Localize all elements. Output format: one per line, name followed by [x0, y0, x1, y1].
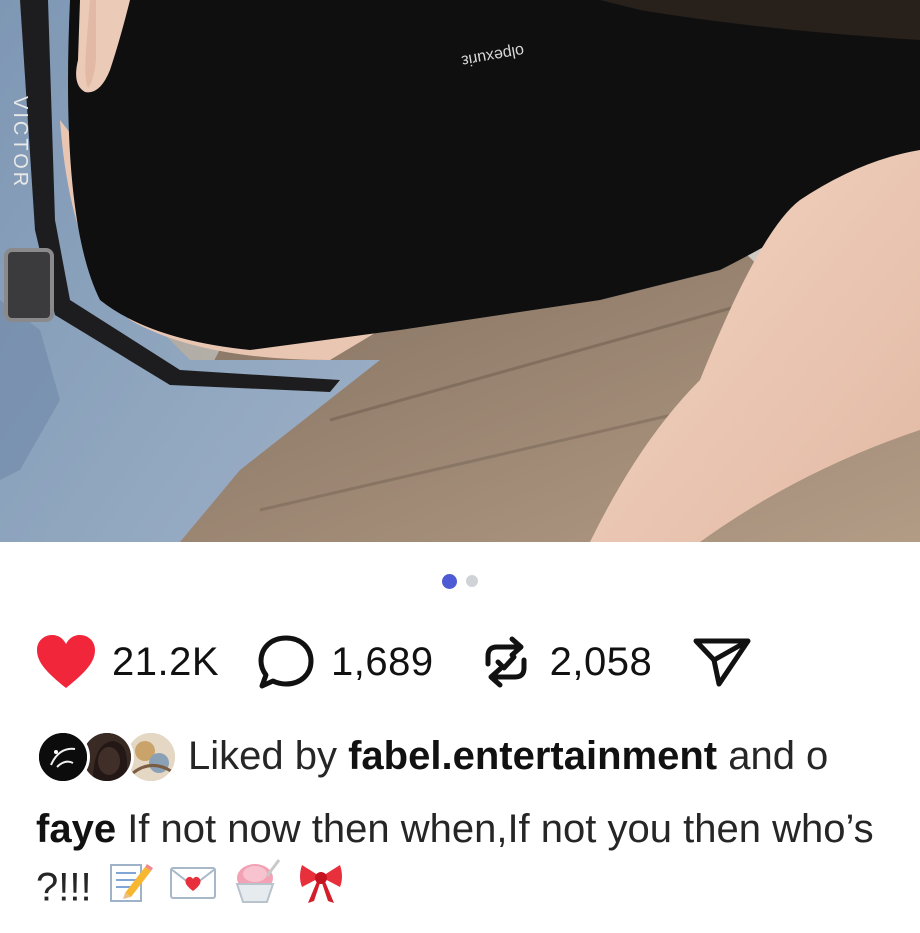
avatar[interactable]: [36, 730, 90, 784]
photo-illustration: VICTOR olpexuriε: [0, 0, 920, 542]
person-avatar-icon: [83, 733, 131, 781]
comment-bubble-icon: [258, 635, 314, 689]
likes-count: 21.2K: [112, 639, 220, 684]
repost-button[interactable]: 2,058: [478, 634, 653, 690]
ribbon-emoji: [296, 859, 346, 921]
liked-by-suffix: and o: [728, 733, 829, 778]
artwork-avatar-icon: [127, 733, 175, 781]
like-button[interactable]: 21.2K: [36, 634, 219, 690]
love-letter-icon: [169, 867, 216, 899]
post-caption: faye If not now then when,If not you the…: [36, 800, 906, 922]
love-letter-emoji: [168, 859, 218, 921]
logo-avatar-icon: [39, 733, 87, 781]
shaved-ice-icon: [235, 859, 281, 903]
carousel-dot-active[interactable]: [442, 574, 457, 589]
share-button[interactable]: [692, 636, 752, 688]
post-photo[interactable]: VICTOR olpexuriε: [0, 0, 920, 542]
heart-icon: [37, 635, 95, 688]
comment-button[interactable]: 1,689: [257, 634, 434, 690]
caption-username[interactable]: faye: [36, 807, 116, 851]
send-icon: [693, 638, 751, 687]
repost-icon: [485, 636, 527, 688]
liked-by-prefix: Liked by: [188, 733, 337, 778]
memo-emoji: [107, 859, 153, 921]
post-action-bar: 21.2K 1,689 2,058: [36, 632, 752, 692]
comments-count: 1,689: [331, 639, 434, 684]
ribbon-icon: [300, 865, 343, 903]
liked-by-username[interactable]: fabel.entertainment: [348, 734, 717, 778]
carousel-indicator: [0, 574, 920, 589]
liked-by-row[interactable]: Liked by fabel.entertainment and o: [36, 728, 828, 784]
shaved-ice-emoji: [233, 858, 281, 922]
liked-by-text: Liked by fabel.entertainment and o: [188, 734, 828, 779]
carousel-dot[interactable]: [466, 575, 478, 587]
liker-avatars[interactable]: [36, 730, 178, 784]
reposts-count: 2,058: [549, 639, 653, 684]
memo-icon: [109, 864, 153, 902]
caption-text: If not now then when,If not you then who…: [36, 807, 874, 910]
waistband-text: VICTOR: [9, 96, 31, 189]
